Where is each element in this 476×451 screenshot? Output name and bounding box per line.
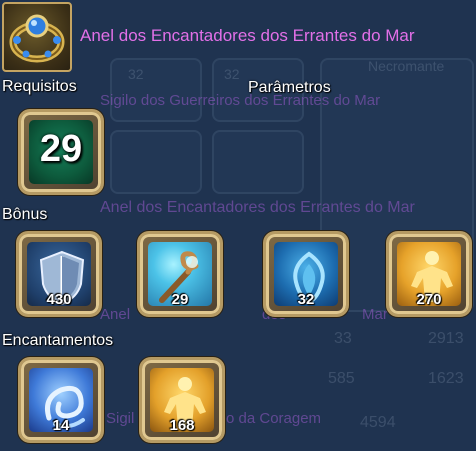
item-tooltip: Anel dos Encantadores dos Errantes do Ma…	[0, 0, 476, 451]
enchant-value-1: 14	[52, 417, 70, 434]
enchantments-label: Encantamentos	[2, 332, 114, 349]
bonus-slot-4[interactable]: 270	[386, 231, 472, 317]
enchant-slot-1[interactable]: 14	[18, 357, 104, 443]
bonus-label: Bônus	[2, 206, 48, 223]
bonus-value-1: 430	[46, 291, 72, 308]
ring-icon[interactable]	[2, 2, 72, 72]
item-title: Anel dos Encantadores dos Errantes do Ma…	[80, 26, 415, 45]
required-level-slot[interactable]: 29	[18, 109, 104, 195]
enchant-value-2: 168	[169, 417, 195, 434]
requirements-label: Requisitos	[2, 78, 77, 95]
parameters-label: Parâmetros	[248, 79, 331, 96]
bonus-value-3: 32	[297, 291, 315, 308]
bonus-slot-1[interactable]: 430	[16, 231, 102, 317]
required-level-value: 29	[39, 128, 83, 170]
bonus-value-2: 29	[171, 291, 189, 308]
enchant-slot-2[interactable]: 168	[139, 357, 225, 443]
bonus-value-4: 270	[416, 291, 442, 308]
bonus-slot-2[interactable]: 29	[137, 231, 223, 317]
level-badge: 29	[29, 120, 93, 184]
bonus-slot-3[interactable]: 32	[263, 231, 349, 317]
